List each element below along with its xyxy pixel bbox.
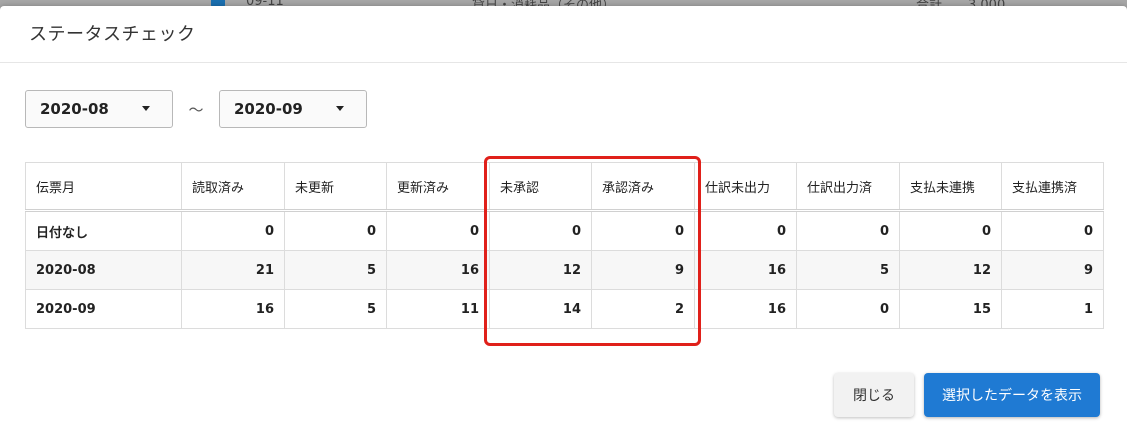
table-cell: 0 — [284, 210, 387, 251]
table-cell: 5 — [284, 289, 387, 329]
table-row: 2020-09 16 5 11 14 2 16 0 15 1 — [25, 289, 1104, 329]
column-header: 未承認 — [489, 162, 592, 212]
from-month-value: 2020-08 — [40, 100, 109, 118]
table-cell: 11 — [386, 289, 490, 329]
column-header: 支払連携済 — [1001, 162, 1104, 212]
range-separator: ～ — [188, 100, 204, 119]
table-cell: 21 — [181, 250, 285, 290]
table-cell: 16 — [181, 289, 285, 329]
table-cell: 2 — [591, 289, 695, 329]
table-cell: 0 — [489, 210, 592, 251]
row-label: 2020-09 — [25, 289, 182, 329]
table-cell: 0 — [899, 210, 1002, 251]
dialog-title: ステータスチェック — [29, 24, 196, 45]
table-cell: 9 — [1001, 250, 1104, 290]
table-header-row: 伝票月 読取済み 未更新 更新済み 未承認 承認済み 仕訳未出力 仕訳出力済 支… — [25, 162, 1104, 212]
dialog-header: ステータスチェック — [0, 6, 1127, 63]
to-month-select[interactable]: 2020-09 — [219, 90, 367, 128]
table-cell: 1 — [1001, 289, 1104, 329]
table-cell: 9 — [591, 250, 695, 290]
table-cell: 12 — [489, 250, 592, 290]
status-table: 伝票月 読取済み 未更新 更新済み 未承認 承認済み 仕訳未出力 仕訳出力済 支… — [25, 162, 1104, 329]
table-cell: 0 — [386, 210, 490, 251]
caret-down-icon — [336, 106, 344, 111]
show-selected-data-button[interactable]: 選択したデータを表示 — [924, 373, 1100, 417]
row-label: 日付なし — [25, 210, 182, 251]
row-label: 2020-08 — [25, 250, 182, 290]
column-header: 伝票月 — [25, 162, 182, 212]
table-cell: 5 — [796, 250, 900, 290]
table-cell: 0 — [694, 210, 797, 251]
table-row: 2020-08 21 5 16 12 9 16 5 12 9 — [25, 250, 1104, 290]
table-cell: 16 — [386, 250, 490, 290]
table-cell: 12 — [899, 250, 1002, 290]
table-cell: 16 — [694, 289, 797, 329]
column-header: 承認済み — [591, 162, 695, 212]
table-cell: 0 — [1001, 210, 1104, 251]
table-cell: 16 — [694, 250, 797, 290]
to-month-value: 2020-09 — [234, 100, 303, 118]
table-cell: 0 — [796, 289, 900, 329]
table-cell: 14 — [489, 289, 592, 329]
close-button[interactable]: 閉じる — [834, 373, 914, 417]
caret-down-icon — [142, 106, 150, 111]
table-row: 日付なし 0 0 0 0 0 0 0 0 0 — [25, 210, 1104, 251]
month-range-selector: 2020-08 ～ 2020-09 — [25, 89, 367, 129]
table-cell: 0 — [796, 210, 900, 251]
table-cell: 5 — [284, 250, 387, 290]
column-header: 支払未連携 — [899, 162, 1002, 212]
column-header: 未更新 — [284, 162, 387, 212]
column-header: 更新済み — [386, 162, 490, 212]
column-header: 読取済み — [181, 162, 285, 212]
table-cell: 0 — [181, 210, 285, 251]
column-header: 仕訳未出力 — [694, 162, 797, 212]
table-cell: 0 — [591, 210, 695, 251]
column-header: 仕訳出力済 — [796, 162, 900, 212]
from-month-select[interactable]: 2020-08 — [25, 90, 173, 128]
table-cell: 15 — [899, 289, 1002, 329]
